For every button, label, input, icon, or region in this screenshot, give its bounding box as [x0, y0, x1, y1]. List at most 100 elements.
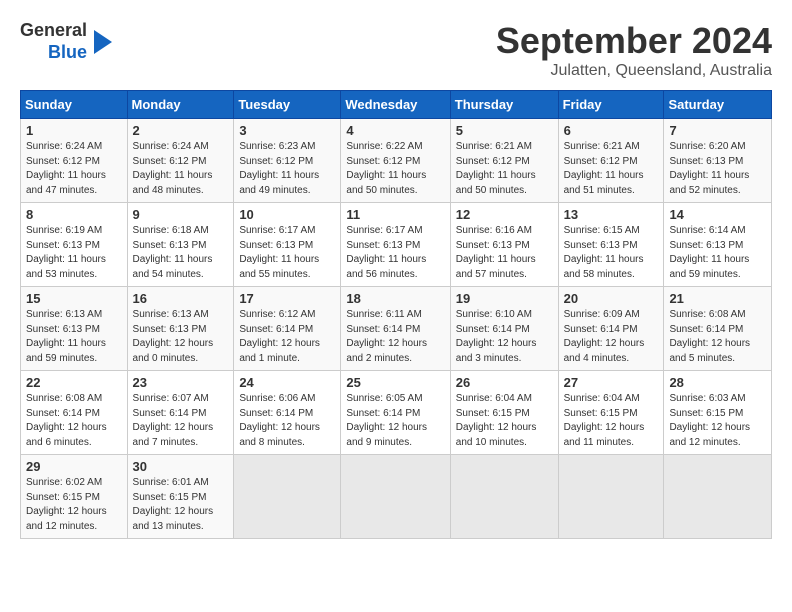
calendar-cell: 29 Sunrise: 6:02 AMSunset: 6:15 PMDaylig…	[21, 455, 128, 539]
day-number: 22	[26, 375, 122, 390]
day-info: Sunrise: 6:14 AMSunset: 6:13 PMDaylight:…	[669, 224, 766, 282]
day-number: 15	[26, 291, 122, 306]
day-number: 14	[669, 207, 766, 222]
logo: General Blue	[20, 20, 112, 63]
day-number: 5	[456, 123, 553, 138]
day-number: 17	[239, 291, 335, 306]
calendar-cell: 17 Sunrise: 6:12 AMSunset: 6:14 PMDaylig…	[234, 287, 341, 371]
location-subtitle: Julatten, Queensland, Australia	[496, 62, 772, 80]
day-info: Sunrise: 6:15 AMSunset: 6:13 PMDaylight:…	[564, 224, 659, 282]
calendar-cell	[341, 455, 450, 539]
day-number: 4	[346, 123, 444, 138]
day-info: Sunrise: 6:01 AMSunset: 6:15 PMDaylight:…	[133, 476, 229, 534]
calendar-cell: 5 Sunrise: 6:21 AMSunset: 6:12 PMDayligh…	[450, 119, 558, 203]
month-title: September 2024	[496, 20, 772, 62]
calendar-header-row: SundayMondayTuesdayWednesdayThursdayFrid…	[21, 91, 772, 119]
calendar-cell: 9 Sunrise: 6:18 AMSunset: 6:13 PMDayligh…	[127, 203, 234, 287]
calendar-cell: 11 Sunrise: 6:17 AMSunset: 6:13 PMDaylig…	[341, 203, 450, 287]
day-info: Sunrise: 6:08 AMSunset: 6:14 PMDaylight:…	[669, 308, 766, 366]
day-info: Sunrise: 6:11 AMSunset: 6:14 PMDaylight:…	[346, 308, 444, 366]
day-info: Sunrise: 6:24 AMSunset: 6:12 PMDaylight:…	[26, 140, 122, 198]
calendar-cell: 24 Sunrise: 6:06 AMSunset: 6:14 PMDaylig…	[234, 371, 341, 455]
day-info: Sunrise: 6:17 AMSunset: 6:13 PMDaylight:…	[346, 224, 444, 282]
calendar-cell: 30 Sunrise: 6:01 AMSunset: 6:15 PMDaylig…	[127, 455, 234, 539]
calendar-cell: 8 Sunrise: 6:19 AMSunset: 6:13 PMDayligh…	[21, 203, 128, 287]
day-number: 7	[669, 123, 766, 138]
header-thursday: Thursday	[450, 91, 558, 119]
day-info: Sunrise: 6:02 AMSunset: 6:15 PMDaylight:…	[26, 476, 122, 534]
calendar-cell: 10 Sunrise: 6:17 AMSunset: 6:13 PMDaylig…	[234, 203, 341, 287]
day-number: 2	[133, 123, 229, 138]
calendar-cell: 12 Sunrise: 6:16 AMSunset: 6:13 PMDaylig…	[450, 203, 558, 287]
calendar-cell	[234, 455, 341, 539]
calendar-week-row: 8 Sunrise: 6:19 AMSunset: 6:13 PMDayligh…	[21, 203, 772, 287]
day-number: 24	[239, 375, 335, 390]
day-info: Sunrise: 6:09 AMSunset: 6:14 PMDaylight:…	[564, 308, 659, 366]
day-number: 19	[456, 291, 553, 306]
calendar-cell: 20 Sunrise: 6:09 AMSunset: 6:14 PMDaylig…	[558, 287, 664, 371]
day-info: Sunrise: 6:18 AMSunset: 6:13 PMDaylight:…	[133, 224, 229, 282]
day-info: Sunrise: 6:21 AMSunset: 6:12 PMDaylight:…	[564, 140, 659, 198]
calendar-cell: 4 Sunrise: 6:22 AMSunset: 6:12 PMDayligh…	[341, 119, 450, 203]
day-info: Sunrise: 6:05 AMSunset: 6:14 PMDaylight:…	[346, 392, 444, 450]
day-number: 11	[346, 207, 444, 222]
calendar-cell: 6 Sunrise: 6:21 AMSunset: 6:12 PMDayligh…	[558, 119, 664, 203]
header-sunday: Sunday	[21, 91, 128, 119]
header-wednesday: Wednesday	[341, 91, 450, 119]
day-number: 30	[133, 459, 229, 474]
day-info: Sunrise: 6:17 AMSunset: 6:13 PMDaylight:…	[239, 224, 335, 282]
day-number: 13	[564, 207, 659, 222]
day-info: Sunrise: 6:06 AMSunset: 6:14 PMDaylight:…	[239, 392, 335, 450]
day-number: 12	[456, 207, 553, 222]
logo-arrow-icon	[94, 30, 112, 54]
calendar-week-row: 29 Sunrise: 6:02 AMSunset: 6:15 PMDaylig…	[21, 455, 772, 539]
day-info: Sunrise: 6:13 AMSunset: 6:13 PMDaylight:…	[26, 308, 122, 366]
day-number: 23	[133, 375, 229, 390]
calendar-table: SundayMondayTuesdayWednesdayThursdayFrid…	[20, 90, 772, 539]
header-friday: Friday	[558, 91, 664, 119]
page-header: General Blue September 2024 Julatten, Qu…	[20, 20, 772, 80]
day-number: 25	[346, 375, 444, 390]
calendar-cell: 23 Sunrise: 6:07 AMSunset: 6:14 PMDaylig…	[127, 371, 234, 455]
logo-general: General	[20, 20, 87, 42]
calendar-cell: 3 Sunrise: 6:23 AMSunset: 6:12 PMDayligh…	[234, 119, 341, 203]
calendar-week-row: 15 Sunrise: 6:13 AMSunset: 6:13 PMDaylig…	[21, 287, 772, 371]
calendar-cell: 26 Sunrise: 6:04 AMSunset: 6:15 PMDaylig…	[450, 371, 558, 455]
day-info: Sunrise: 6:24 AMSunset: 6:12 PMDaylight:…	[133, 140, 229, 198]
day-number: 16	[133, 291, 229, 306]
day-info: Sunrise: 6:13 AMSunset: 6:13 PMDaylight:…	[133, 308, 229, 366]
day-info: Sunrise: 6:23 AMSunset: 6:12 PMDaylight:…	[239, 140, 335, 198]
header-saturday: Saturday	[664, 91, 772, 119]
day-info: Sunrise: 6:20 AMSunset: 6:13 PMDaylight:…	[669, 140, 766, 198]
day-number: 6	[564, 123, 659, 138]
day-info: Sunrise: 6:22 AMSunset: 6:12 PMDaylight:…	[346, 140, 444, 198]
calendar-cell: 28 Sunrise: 6:03 AMSunset: 6:15 PMDaylig…	[664, 371, 772, 455]
calendar-cell: 14 Sunrise: 6:14 AMSunset: 6:13 PMDaylig…	[664, 203, 772, 287]
day-info: Sunrise: 6:07 AMSunset: 6:14 PMDaylight:…	[133, 392, 229, 450]
title-area: September 2024 Julatten, Queensland, Aus…	[496, 20, 772, 80]
day-number: 28	[669, 375, 766, 390]
calendar-week-row: 1 Sunrise: 6:24 AMSunset: 6:12 PMDayligh…	[21, 119, 772, 203]
calendar-cell: 25 Sunrise: 6:05 AMSunset: 6:14 PMDaylig…	[341, 371, 450, 455]
day-number: 9	[133, 207, 229, 222]
calendar-cell: 27 Sunrise: 6:04 AMSunset: 6:15 PMDaylig…	[558, 371, 664, 455]
day-number: 27	[564, 375, 659, 390]
day-number: 18	[346, 291, 444, 306]
day-info: Sunrise: 6:19 AMSunset: 6:13 PMDaylight:…	[26, 224, 122, 282]
calendar-cell: 21 Sunrise: 6:08 AMSunset: 6:14 PMDaylig…	[664, 287, 772, 371]
calendar-cell	[558, 455, 664, 539]
day-info: Sunrise: 6:04 AMSunset: 6:15 PMDaylight:…	[456, 392, 553, 450]
calendar-cell: 16 Sunrise: 6:13 AMSunset: 6:13 PMDaylig…	[127, 287, 234, 371]
day-info: Sunrise: 6:04 AMSunset: 6:15 PMDaylight:…	[564, 392, 659, 450]
day-number: 29	[26, 459, 122, 474]
day-number: 21	[669, 291, 766, 306]
day-number: 26	[456, 375, 553, 390]
header-monday: Monday	[127, 91, 234, 119]
calendar-cell: 18 Sunrise: 6:11 AMSunset: 6:14 PMDaylig…	[341, 287, 450, 371]
calendar-cell: 7 Sunrise: 6:20 AMSunset: 6:13 PMDayligh…	[664, 119, 772, 203]
header-tuesday: Tuesday	[234, 91, 341, 119]
day-info: Sunrise: 6:08 AMSunset: 6:14 PMDaylight:…	[26, 392, 122, 450]
calendar-cell: 22 Sunrise: 6:08 AMSunset: 6:14 PMDaylig…	[21, 371, 128, 455]
day-number: 1	[26, 123, 122, 138]
day-info: Sunrise: 6:12 AMSunset: 6:14 PMDaylight:…	[239, 308, 335, 366]
